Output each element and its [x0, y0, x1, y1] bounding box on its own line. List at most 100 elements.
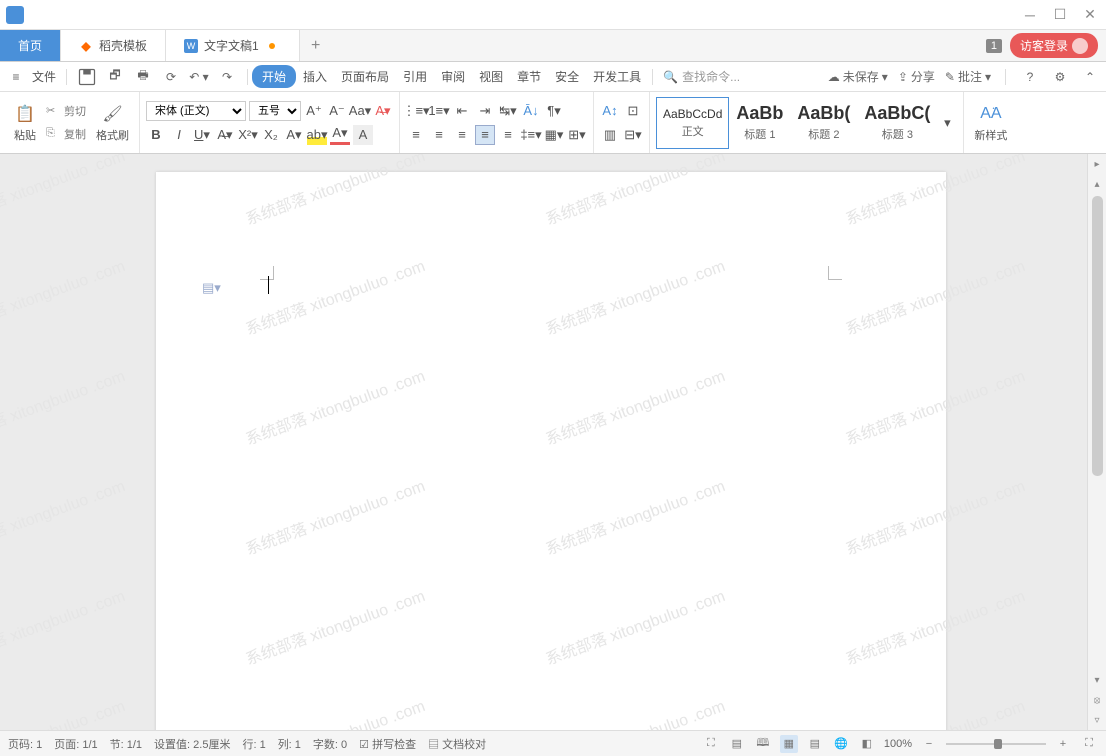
zoom-thumb[interactable] — [994, 739, 1002, 749]
document-canvas[interactable]: ▤▾ 系统部落 xitongbuluo .com系统部落 xitongbuluo… — [0, 154, 1087, 730]
help-icon[interactable]: ? — [1020, 67, 1040, 87]
menu-review[interactable]: 审阅 — [434, 68, 472, 85]
close-button[interactable]: ✕ — [1082, 7, 1098, 23]
paragraph-handle-icon[interactable]: ▤▾ — [202, 280, 221, 296]
align-center-button[interactable]: ≡ — [429, 125, 449, 145]
menu-page-layout[interactable]: 页面布局 — [334, 68, 396, 85]
vertical-scrollbar[interactable]: ▸ ▴ ▾ ⦻ ▿ — [1087, 154, 1106, 730]
status-row[interactable]: 行: 1 — [242, 736, 265, 752]
ruler-icon[interactable]: ◧ — [858, 735, 876, 753]
highlight-button[interactable]: ab▾ — [307, 125, 327, 145]
scroll-down-icon[interactable]: ▾ — [1090, 673, 1104, 687]
command-search[interactable]: 🔍 查找命令... — [657, 68, 746, 85]
outline-view-icon[interactable]: ▤ — [806, 735, 824, 753]
text-box-button[interactable]: ⊡ — [623, 101, 643, 121]
redo-icon[interactable]: ↷ — [217, 67, 237, 87]
zoom-level[interactable]: 100% — [884, 738, 912, 750]
underline-button[interactable]: U▾ — [192, 125, 212, 145]
clear-format-button[interactable]: A̶▾ — [373, 101, 393, 121]
print-layout-icon[interactable]: ▦ — [780, 735, 798, 753]
status-spellcheck[interactable]: ☑ 拼写检查 — [359, 736, 416, 752]
undo-icon[interactable]: ↶ ▾ — [189, 67, 209, 87]
status-proofread[interactable]: ▤ 文档校对 — [428, 736, 486, 752]
bullet-list-button[interactable]: ⋮≡▾ — [406, 101, 426, 121]
menu-insert[interactable]: 插入 — [296, 68, 334, 85]
tab-home[interactable]: 首页 — [0, 30, 61, 61]
distribute-button[interactable]: ≡ — [498, 125, 518, 145]
strikethrough-button[interactable]: A̶▾ — [215, 125, 235, 145]
status-page[interactable]: 页面: 1/1 — [54, 736, 97, 752]
menu-view[interactable]: 视图 — [472, 68, 510, 85]
collapse-ribbon-icon[interactable]: ⌃ — [1080, 67, 1100, 87]
char-shading-button[interactable]: A — [353, 125, 373, 145]
scroll-thumb[interactable] — [1092, 196, 1103, 476]
superscript-button[interactable]: X²▾ — [238, 125, 258, 145]
align-justify-button[interactable]: ≡ — [475, 125, 495, 145]
bold-button[interactable]: B — [146, 125, 166, 145]
menu-start[interactable]: 开始 — [252, 65, 296, 88]
text-effect-button[interactable]: A▾ — [284, 125, 304, 145]
style-heading3[interactable]: AaBbC( 标题 3 — [857, 97, 937, 149]
tab-stops-button[interactable]: ↹▾ — [498, 101, 518, 121]
font-name-select[interactable]: 宋体 (正文) — [146, 101, 246, 121]
format-painter-button[interactable]: 🖌 格式刷 — [92, 92, 133, 153]
align-right-button[interactable]: ≡ — [452, 125, 472, 145]
tab-document[interactable]: W 文字文稿1 — [166, 30, 300, 61]
globe-icon[interactable]: 🌐 — [832, 735, 850, 753]
style-body[interactable]: AaBbCcDd 正文 — [656, 97, 729, 149]
shrink-font-button[interactable]: A⁻ — [327, 101, 347, 121]
page[interactable]: ▤▾ — [156, 172, 946, 730]
line-spacing-button[interactable]: ‡≡▾ — [521, 125, 541, 145]
web-layout-icon[interactable]: 🕮 — [754, 735, 772, 753]
font-color-button[interactable]: A▾ — [330, 125, 350, 145]
settings-icon[interactable]: ⚙ — [1050, 67, 1070, 87]
copy-button[interactable]: ⎘复制 — [43, 124, 89, 144]
subscript-button[interactable]: X₂ — [261, 125, 281, 145]
fit-page-icon[interactable]: ⛶ — [1080, 735, 1098, 753]
status-position[interactable]: 设置值: 2.5厘米 — [154, 736, 230, 752]
text-direction-button[interactable]: A↕ — [600, 101, 620, 121]
tab-docer[interactable]: ◆ 稻壳模板 — [61, 30, 166, 61]
refresh-icon[interactable]: ⟳ — [161, 67, 181, 87]
paste-button[interactable]: 📋 粘贴 — [10, 92, 40, 153]
show-marks-button[interactable]: ¶▾ — [544, 101, 564, 121]
align-left-button[interactable]: ≡ — [406, 125, 426, 145]
decrease-indent-button[interactable]: ⇤ — [452, 101, 472, 121]
prev-page-icon[interactable]: ⦻ — [1090, 693, 1104, 707]
print-preview-icon[interactable]: 🗗 — [105, 67, 125, 87]
print-icon[interactable]: 🖶 — [133, 67, 153, 87]
borders-button[interactable]: ⊞▾ — [567, 125, 587, 145]
cut-button[interactable]: ✂剪切 — [43, 101, 89, 121]
unsaved-button[interactable]: ☁未保存 ▾ — [828, 68, 888, 85]
share-button[interactable]: ⇪分享 — [898, 68, 935, 85]
shading-button[interactable]: ▦▾ — [544, 125, 564, 145]
annotate-button[interactable]: ✎批注 ▾ — [945, 68, 991, 85]
increase-indent-button[interactable]: ⇥ — [475, 101, 495, 121]
font-size-select[interactable]: 五号 — [249, 101, 301, 121]
status-section[interactable]: 节: 1/1 — [110, 736, 142, 752]
status-chars[interactable]: 字数: 0 — [313, 736, 347, 752]
zoom-slider[interactable] — [946, 743, 1046, 745]
hamburger-icon[interactable]: ≡ — [6, 67, 26, 87]
maximize-button[interactable]: ☐ — [1052, 7, 1068, 23]
page-break-button[interactable]: ⊟▾ — [623, 125, 643, 145]
status-page-no[interactable]: 页码: 1 — [8, 736, 42, 752]
next-page-icon[interactable]: ▿ — [1090, 713, 1104, 727]
number-list-button[interactable]: 1≡▾ — [429, 101, 449, 121]
scroll-up-icon[interactable]: ▴ — [1090, 177, 1104, 191]
sidebar-toggle-icon[interactable]: ▸ — [1090, 157, 1104, 171]
style-heading2[interactable]: AaBb( 标题 2 — [790, 97, 857, 149]
zoom-in-button[interactable]: + — [1054, 735, 1072, 753]
styles-more-button[interactable]: ▾ — [937, 113, 957, 133]
fullscreen-icon[interactable]: ⛶ — [702, 735, 720, 753]
status-col[interactable]: 列: 1 — [278, 736, 301, 752]
grow-font-button[interactable]: A⁺ — [304, 101, 324, 121]
new-style-button[interactable]: A͘A 新样式 — [970, 92, 1011, 153]
menu-references[interactable]: 引用 — [396, 68, 434, 85]
zoom-out-button[interactable]: − — [920, 735, 938, 753]
menu-security[interactable]: 安全 — [548, 68, 586, 85]
italic-button[interactable]: I — [169, 125, 189, 145]
reading-view-icon[interactable]: ▤ — [728, 735, 746, 753]
sort-button[interactable]: Ā↓ — [521, 101, 541, 121]
new-tab-button[interactable]: + — [300, 30, 332, 61]
